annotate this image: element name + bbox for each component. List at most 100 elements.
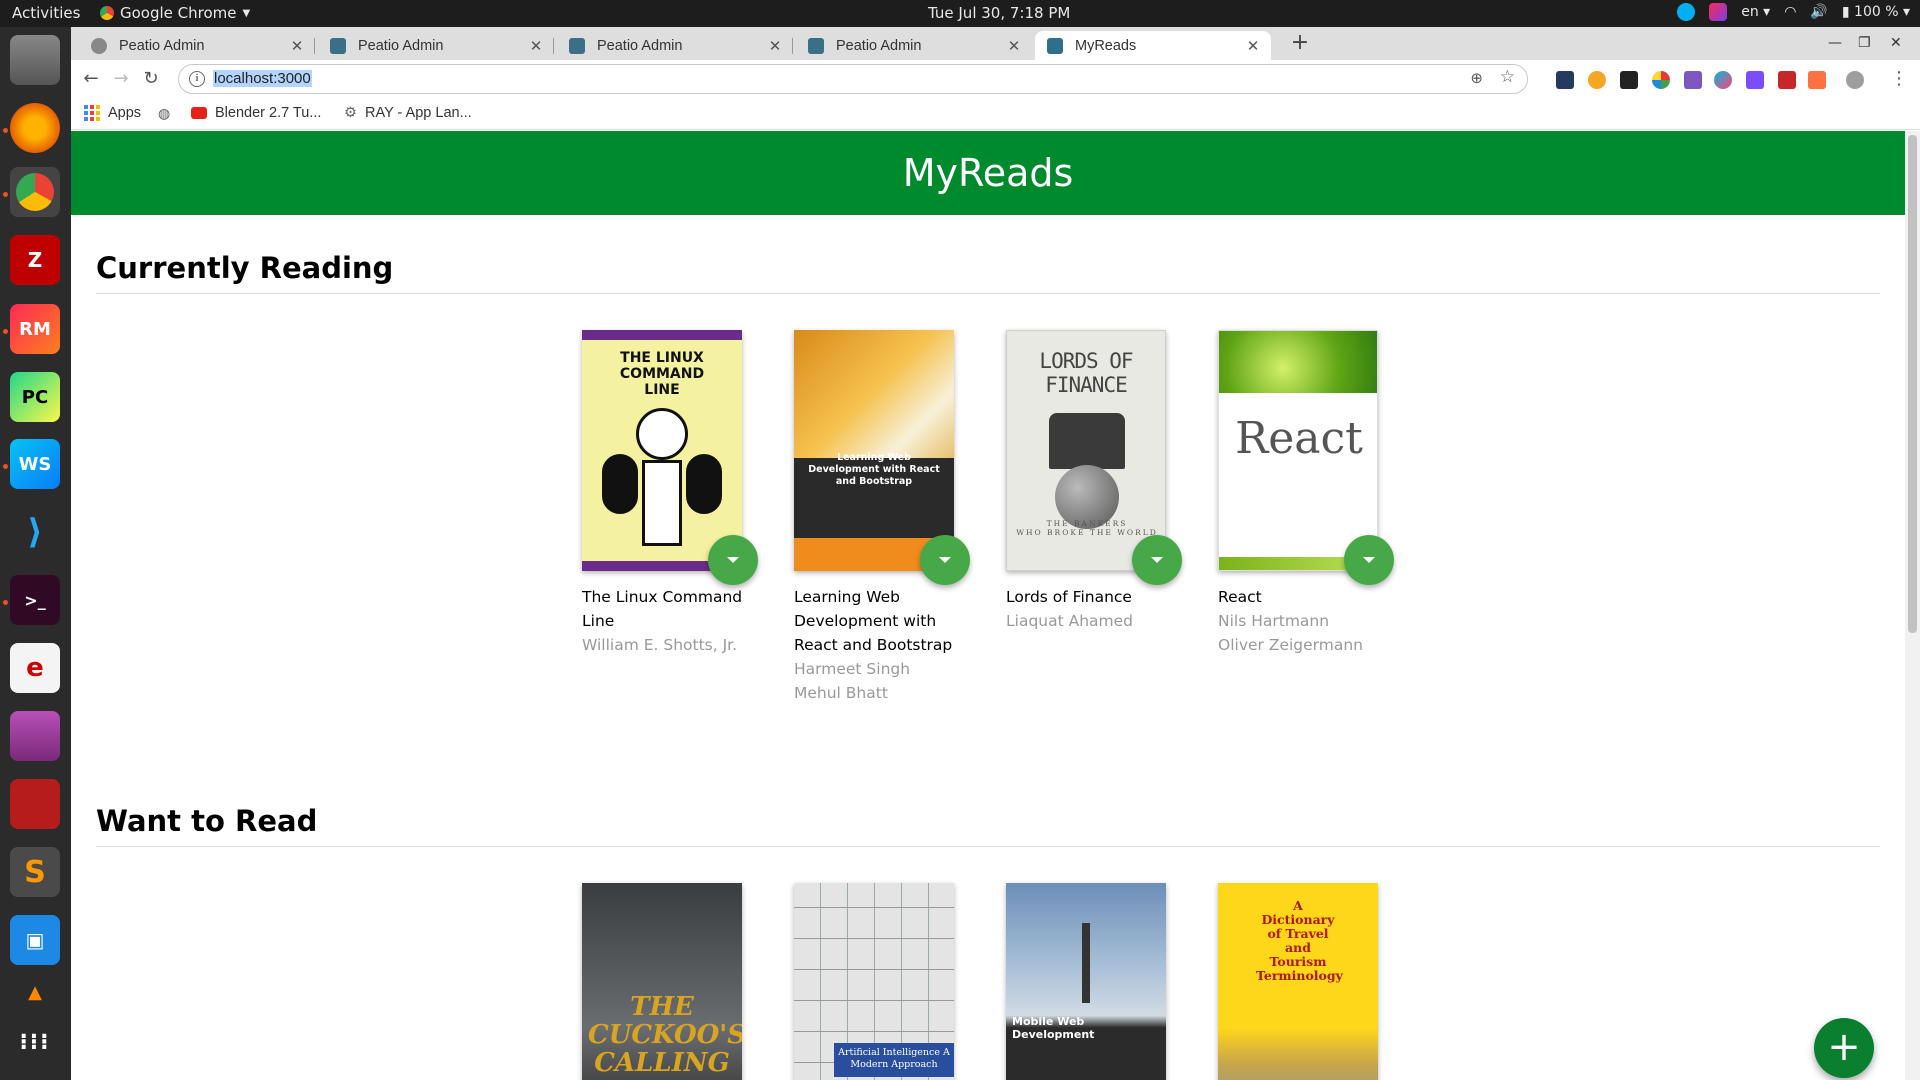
tab-peatio-admin-1[interactable]: Peatio Admin ✕ [79, 31, 315, 60]
restore-icon[interactable]: ❐ [1858, 35, 1871, 51]
shelf-changer-button[interactable] [1132, 535, 1182, 585]
extension-icon-2[interactable] [1588, 71, 1606, 89]
close-tab-icon[interactable]: ✕ [528, 37, 544, 55]
book-title: Lords of Finance [1006, 588, 1132, 606]
bookmark-apps[interactable]: Apps [84, 105, 141, 121]
filezilla-icon[interactable]: Z [10, 235, 60, 285]
book-cover-title: THE CUCKOO'S CALLING [588, 992, 742, 1078]
tab-peatio-admin-3[interactable]: Peatio Admin ✕ [557, 31, 793, 60]
globe-icon: ◍ [158, 105, 171, 121]
bookmark-blender[interactable]: Blender 2.7 Tu... [191, 105, 321, 121]
bookmarks-bar: Apps ◍ Blender 2.7 Tu... ⚙ RAY - App Lan… [71, 98, 1920, 130]
rubymine-icon[interactable]: RM [10, 304, 60, 354]
browser-window: Peatio Admin ✕ Peatio Admin ✕ Peatio Adm… [71, 27, 1920, 1080]
gear-icon: ⚙ [344, 105, 357, 121]
book-cover-title: Mobile Web Development [1012, 1015, 1095, 1041]
react-favicon [1047, 37, 1063, 54]
site-info-icon[interactable]: i [189, 71, 205, 87]
shelf-changer-button[interactable] [920, 535, 970, 585]
battery-indicator[interactable]: ▮ 100 % ▾ [1842, 4, 1910, 20]
back-button[interactable]: ← [78, 66, 104, 92]
pycharm-icon[interactable]: PC [10, 372, 60, 422]
zoom-icon[interactable]: ⊕ [1470, 69, 1483, 87]
language-indicator[interactable]: en ▾ [1741, 4, 1770, 20]
app-menu[interactable]: Google Chrome ▼ [100, 4, 250, 22]
address-bar[interactable]: i localhost:3000 ⊕ ☆ [178, 64, 1528, 94]
chrome-menu-icon[interactable]: ⋮ [1886, 66, 1912, 92]
files-icon[interactable] [10, 35, 60, 85]
reload-button[interactable]: ↻ [138, 66, 164, 92]
book-cover[interactable]: Artificial Intelligence A Modern Approac… [794, 883, 954, 1080]
bookmark-ray[interactable]: ⚙ RAY - App Lan... [344, 105, 472, 121]
vscode-icon[interactable]: ⟩ [10, 507, 60, 557]
extension-icon-4[interactable] [1652, 71, 1670, 89]
vlc-icon[interactable]: ▲ [10, 977, 60, 1007]
book-cover[interactable]: THE CUCKOO'S CALLING [582, 883, 742, 1080]
scrollbar-thumb[interactable] [1908, 135, 1917, 633]
book-cover[interactable]: React [1218, 330, 1378, 571]
extension-icon-3[interactable] [1620, 71, 1638, 89]
volume-icon[interactable]: 🔊 [1810, 4, 1827, 20]
webstorm-icon[interactable]: WS [10, 439, 60, 489]
terminal-icon[interactable]: >_ [10, 575, 60, 625]
sublime-text-icon[interactable]: S [10, 847, 60, 897]
evince-icon[interactable]: e [10, 643, 60, 693]
book-cover[interactable]: A Dictionary of Travel and Tourism Termi… [1218, 883, 1378, 1080]
remmina-icon[interactable] [10, 779, 60, 829]
book-cover[interactable]: THE LINUX COMMAND LINE [582, 330, 742, 571]
add-book-button[interactable]: + [1814, 1018, 1874, 1078]
chrome-dock-icon[interactable] [10, 167, 60, 217]
wifi-icon[interactable]: ◠ [1784, 4, 1796, 20]
shelf-changer-button[interactable] [1344, 535, 1394, 585]
extension-icon-5[interactable] [1684, 71, 1702, 89]
workspace-icon[interactable]: ▣ [10, 915, 60, 965]
caret-down-icon [1151, 557, 1163, 563]
shelf-changer-button[interactable] [708, 535, 758, 585]
tab-peatio-admin-4[interactable]: Peatio Admin ✕ [796, 31, 1032, 60]
tab-peatio-admin-2[interactable]: Peatio Admin ✕ [318, 31, 554, 60]
book-cover-title: Artificial Intelligence A Modern Approac… [834, 1043, 954, 1077]
new-tab-button[interactable]: + [1287, 31, 1313, 57]
extension-icon-8[interactable] [1778, 71, 1796, 89]
firefox-icon[interactable] [10, 103, 60, 153]
activities-button[interactable]: Activities [12, 4, 80, 22]
url-text[interactable]: localhost:3000 [213, 70, 312, 87]
skype-icon[interactable] [1677, 3, 1696, 21]
book-cover[interactable]: Learning Web Development with React and … [794, 330, 954, 571]
profile-avatar[interactable] [1846, 71, 1864, 89]
book-author: Harmeet Singh [794, 660, 911, 678]
jetbrains-toolbox-icon[interactable] [1709, 3, 1728, 21]
page-scrollbar[interactable] [1905, 131, 1920, 1080]
screen-recorder-icon[interactable] [10, 711, 60, 761]
system-top-bar: Activities Google Chrome ▼ Tue Jul 30, 7… [0, 0, 1920, 27]
extension-icon-9[interactable] [1808, 71, 1826, 89]
bookmark-star-icon[interactable]: ☆ [1500, 67, 1515, 87]
close-tab-icon[interactable]: ✕ [767, 37, 783, 55]
peatio-favicon [91, 37, 107, 54]
extension-icon-1[interactable] [1556, 71, 1574, 89]
close-tab-icon[interactable]: ✕ [289, 37, 305, 55]
page-title: MyReads [71, 131, 1905, 215]
shelf-title-want-to-read: Want to Read [96, 804, 1880, 847]
clock[interactable]: Tue Jul 30, 7:18 PM [928, 4, 1070, 22]
page-viewport: MyReads Currently Reading THE LINUX COMM… [71, 131, 1920, 1080]
browser-toolbar: ← → ↻ i localhost:3000 ⊕ ☆ ⋮ [71, 60, 1920, 98]
bookmark-globe[interactable]: ◍ [158, 105, 170, 122]
book-cover[interactable]: LORDS OF FINANCE THE BANKERS WHO BROKE TH… [1006, 330, 1166, 571]
close-tab-icon[interactable]: ✕ [1006, 37, 1022, 55]
extension-icon-6[interactable] [1714, 71, 1732, 89]
book-cover[interactable]: Mobile Web Development [1006, 883, 1166, 1080]
tab-myreads[interactable]: MyReads ✕ [1035, 31, 1271, 60]
forward-button[interactable]: → [108, 66, 134, 92]
extension-icon-7[interactable] [1746, 71, 1764, 89]
app-menu-label: Google Chrome [120, 4, 237, 22]
minimize-icon[interactable]: — [1828, 35, 1842, 51]
show-applications-icon[interactable]: ⁝⁝⁝ [10, 1017, 60, 1067]
close-tab-icon[interactable]: ✕ [1245, 37, 1261, 55]
book-cover-title: A Dictionary of Travel and Tourism Termi… [1256, 898, 1343, 983]
book-title: The Linux Command Line [582, 588, 743, 630]
book-title: React [1218, 588, 1262, 606]
close-window-icon[interactable]: ✕ [1890, 35, 1902, 51]
book-author: William E. Shotts, Jr. [582, 636, 738, 654]
shelf-title-currently-reading: Currently Reading [96, 251, 1880, 294]
